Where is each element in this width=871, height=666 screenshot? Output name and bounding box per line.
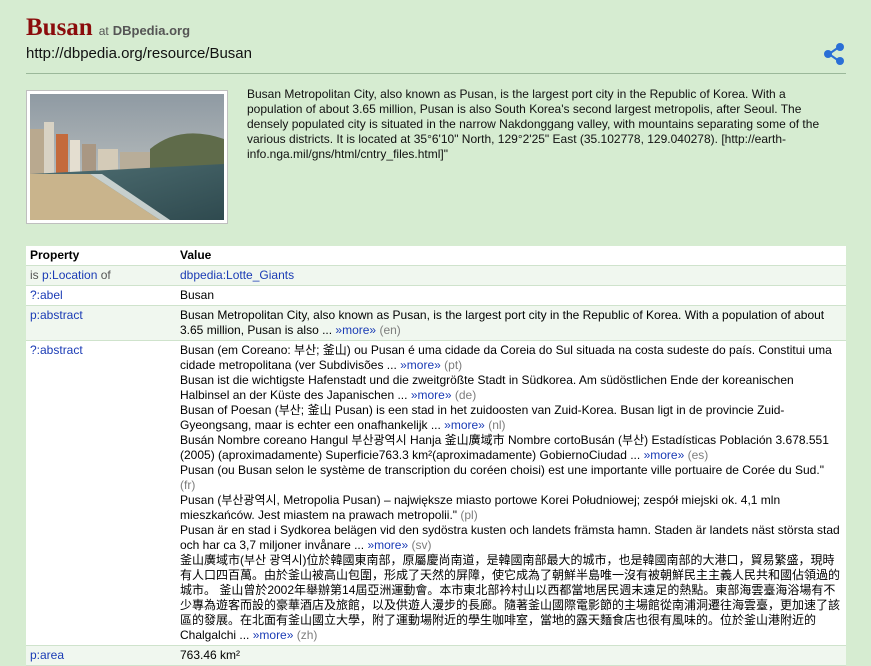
table-row-abstract-en: p:abstract Busan Metropolitan City, also…	[26, 306, 846, 341]
abstract-text: Busan Metropolitan City, also known as P…	[180, 308, 825, 337]
location-name: Location	[52, 268, 98, 282]
property-column-header: Property	[30, 248, 80, 262]
lang-tag: (en)	[379, 323, 401, 337]
prefix-label: p:	[42, 268, 53, 282]
lotte-giants-link[interactable]: dbpedia:Lotte_Giants	[180, 268, 294, 282]
city-photo	[26, 90, 228, 224]
abstract-entry-sv: Pusan är en stad i Sydkorea belägen vid …	[180, 523, 842, 553]
abstract-text: Pusan är en stad i Sydkorea belägen vid …	[180, 523, 840, 552]
abstract-text: Pusan (ou Busan selon le système de tran…	[180, 463, 824, 477]
property-cell: p:abstract	[26, 306, 176, 340]
table-row-location: is p:Location of dbpedia:Lotte_Giants	[26, 266, 846, 286]
value-cell: Busan (em Coreano: 부산; 釜山) ou Pusan é um…	[176, 341, 846, 645]
more-link[interactable]: »more»	[444, 418, 485, 432]
abstract-entry-fr: Pusan (ou Busan selon le système de tran…	[180, 463, 842, 493]
property-cell: is p:Location of	[26, 266, 176, 285]
abstract-entry-nl: Busan of Poesan (부산; 釜山 Pusan) is een st…	[180, 403, 842, 433]
table-row-area: p:area 763.46 km²	[26, 646, 846, 666]
location-property-link[interactable]: p:Location	[42, 268, 97, 282]
more-link[interactable]: »more»	[253, 628, 294, 642]
lang-tag: (zh)	[296, 628, 318, 642]
abel-property-link[interactable]: ?:abel	[30, 288, 63, 302]
abstract-text: Busan ist die wichtigste Hafenstadt und …	[180, 373, 794, 402]
more-link[interactable]: »more»	[400, 358, 441, 372]
property-cell: ?:abstract	[26, 341, 176, 645]
abstract-property-link[interactable]: p:abstract	[30, 308, 83, 322]
of-label: of	[100, 268, 111, 282]
header-divider	[26, 73, 846, 74]
lang-tag: (fr)	[180, 478, 196, 492]
page-title: Busan	[26, 14, 93, 41]
lang-tag: (es)	[687, 448, 709, 462]
lang-tag: (pl)	[460, 508, 478, 522]
table-row-abstract-multilang: ?:abstract Busan (em Coreano: 부산; 釜山) ou…	[26, 341, 846, 646]
abstract-entry-zh: 釜山廣域市(부산 광역시)位於韓國東南部，原屬慶尚南道，是韓國南部最大的城市，也…	[180, 553, 842, 643]
table-header-row: Property Value	[26, 246, 846, 266]
area-property-link[interactable]: p:area	[30, 648, 64, 662]
brand-label: DBpedia.org	[112, 23, 191, 38]
property-cell: p:area	[26, 646, 176, 665]
abstract-entry-pt: Busan (em Coreano: 부산; 釜山) ou Pusan é um…	[180, 343, 842, 373]
abstract-text: Pusan (부산광역시, Metropolia Pusan) – najwię…	[180, 493, 781, 522]
abel-value: Busan	[180, 288, 215, 302]
more-link[interactable]: »more»	[367, 538, 408, 552]
property-table: Property Value is p:Location of dbpedia:…	[26, 246, 846, 666]
abstract-entry-de: Busan ist die wichtigste Hafenstadt und …	[180, 373, 842, 403]
lang-tag: (nl)	[488, 418, 506, 432]
resource-uri: http://dbpedia.org/resource/Busan	[26, 45, 252, 62]
abstract-text: Busán Nombre coreano Hangul 부산광역시 Hanja …	[180, 433, 829, 462]
property-cell: ?:abel	[26, 286, 176, 305]
abstract-property-link[interactable]: ?:abstract	[30, 343, 83, 357]
value-cell: Busan Metropolitan City, also known as P…	[176, 306, 846, 340]
abstract-entry-pl: Pusan (부산광역시, Metropolia Pusan) – najwię…	[180, 493, 842, 523]
title-row: Busan at DBpedia.org	[26, 14, 846, 42]
resource-summary: Busan Metropolitan City, also known as P…	[247, 87, 820, 161]
abstract-text: Busan (em Coreano: 부산; 釜山) ou Pusan é um…	[180, 343, 832, 372]
lang-tag: (de)	[454, 388, 477, 402]
at-label: at	[98, 24, 109, 38]
value-cell: dbpedia:Lotte_Giants	[176, 266, 846, 285]
page-header: Busan at DBpedia.org http://dbpedia.org/…	[26, 14, 846, 65]
is-label: is	[30, 268, 39, 282]
more-link[interactable]: »more»	[411, 388, 452, 402]
more-link[interactable]: »more»	[644, 448, 685, 462]
table-row-abel: ?:abel Busan	[26, 286, 846, 306]
lang-tag: (pt)	[444, 358, 463, 372]
lang-tag: (sv)	[411, 538, 432, 552]
abstract-entry-es: Busán Nombre coreano Hangul 부산광역시 Hanja …	[180, 433, 842, 463]
share-icon[interactable]	[822, 42, 846, 66]
area-value: 763.46 km²	[180, 648, 241, 662]
more-link[interactable]: »more»	[335, 323, 376, 337]
value-column-header: Value	[180, 248, 212, 262]
